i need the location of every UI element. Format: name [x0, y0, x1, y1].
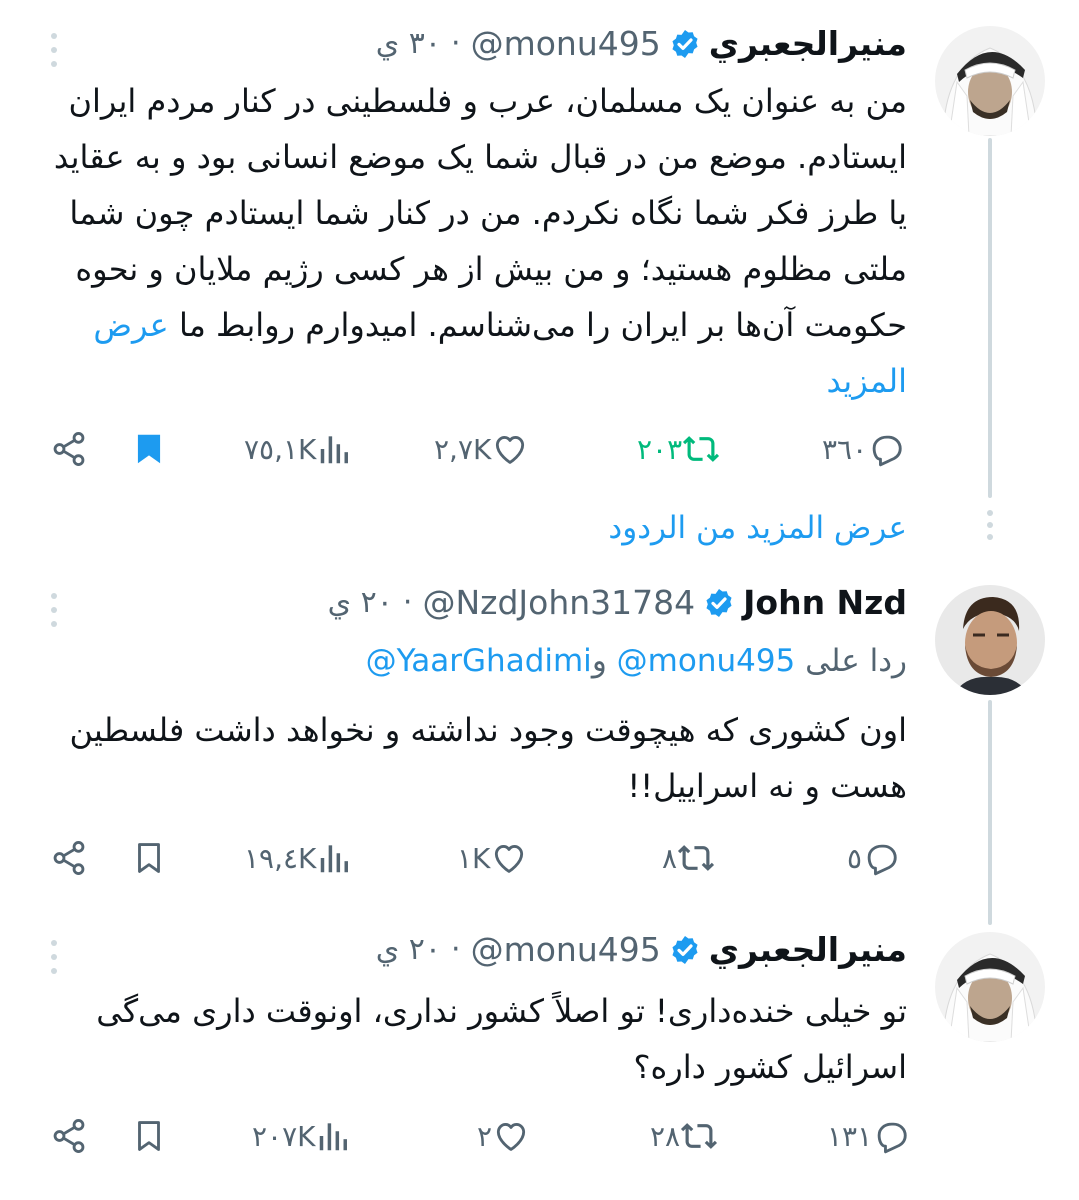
user-handle[interactable]: @monu495: [471, 930, 661, 969]
more-options-icon[interactable]: [46, 30, 62, 70]
verified-badge-icon: [669, 28, 701, 60]
share-icon: [53, 841, 85, 875]
reply-button[interactable]: ٥: [845, 833, 900, 883]
thread-line-2: [988, 700, 992, 925]
replying-to-label: ردا على: [805, 643, 907, 679]
replying-to-and: و: [591, 643, 607, 679]
views-button[interactable]: ٢٠٧K: [250, 1111, 353, 1161]
like-button[interactable]: ١K: [455, 833, 528, 883]
retweet-count: ٢٨: [650, 1119, 681, 1153]
retweet-icon: [683, 436, 720, 462]
tweet-text: من به عنوان یک مسلمان، عرب و فلسطینی در …: [37, 73, 907, 409]
bookmark-button[interactable]: [130, 833, 168, 883]
tweet-header: منيرالجعبري @monu495 · ٣٠ ي: [376, 24, 907, 63]
replying-to: ردا على @monu495 و@YaarGhadimi: [37, 643, 907, 679]
views-icon: [321, 845, 349, 873]
share-icon: [53, 1119, 85, 1153]
display-name[interactable]: منيرالجعبري: [709, 930, 907, 969]
tweet-time[interactable]: ٢٠ ي: [328, 585, 393, 620]
bookmark-icon: [138, 1121, 160, 1151]
avatar[interactable]: [935, 932, 1045, 1042]
separator-dot: ·: [402, 585, 413, 620]
avatar[interactable]: [935, 585, 1045, 695]
views-icon: [321, 436, 349, 464]
bookmark-button[interactable]: [130, 424, 168, 474]
retweet-icon: [681, 1123, 718, 1149]
retweet-button[interactable]: ٢٨: [648, 1111, 718, 1161]
reply-button[interactable]: ٣٦٠: [820, 424, 905, 474]
share-icon: [53, 432, 85, 466]
like-count: ٢: [477, 1119, 493, 1153]
more-options-icon[interactable]: [46, 590, 62, 630]
like-button[interactable]: ٢,٧K: [432, 424, 529, 474]
retweet-button[interactable]: ٢٠٣: [635, 424, 720, 474]
retweet-count: ٨: [662, 841, 678, 875]
tweet-header: John Nzd @NzdJohn31784 · ٢٠ ي: [328, 583, 907, 622]
share-button[interactable]: [50, 833, 88, 883]
tweet-time[interactable]: ٢٠ ي: [376, 932, 441, 967]
display-name[interactable]: منيرالجعبري: [709, 24, 907, 63]
retweet-count: ٢٠٣: [637, 432, 683, 466]
user-handle[interactable]: @monu495: [471, 24, 661, 63]
like-count: ١K: [457, 841, 491, 875]
tweet-text: تو خیلی خنده‌داری! تو اصلاً کشور نداری، …: [37, 983, 907, 1095]
like-count: ٢,٧K: [434, 432, 492, 466]
views-count: ١٩,٤K: [244, 841, 317, 875]
tweet-actions: ٥ ٨ ١K ١٩,٤K: [50, 833, 910, 883]
views-icon: [320, 1123, 348, 1151]
tweet-body: من به عنوان یک مسلمان، عرب و فلسطینی در …: [53, 82, 907, 344]
tweet-time[interactable]: ٣٠ ي: [376, 26, 441, 61]
tweet-text: اون کشوری که هیچوقت وجود نداشته و نخواهد…: [37, 702, 907, 814]
avatar[interactable]: [935, 26, 1045, 136]
tweet-body: تو خیلی خنده‌داری! تو اصلاً کشور نداری، …: [96, 992, 907, 1086]
tweet-actions: ٣٦٠ ٢٠٣ ٢,٧K ٧٥,١K: [50, 424, 910, 474]
bookmark-button[interactable]: [130, 1111, 168, 1161]
reply-icon: [872, 435, 902, 467]
share-button[interactable]: [50, 1111, 88, 1161]
show-more-replies-link[interactable]: عرض المزيد من الردود: [608, 510, 907, 546]
reply-icon: [867, 844, 897, 876]
thread-gap-dots: [983, 510, 997, 546]
reply-count: ١٣١: [827, 1119, 873, 1153]
views-button[interactable]: ٧٥,١K: [242, 424, 354, 474]
thread-line-1: [988, 138, 992, 498]
separator-dot: ·: [451, 932, 461, 967]
views-count: ٢٠٧K: [252, 1119, 316, 1153]
retweet-button[interactable]: ٨: [660, 833, 715, 883]
mention-link[interactable]: @YaarGhadimi: [366, 643, 592, 679]
like-icon: [496, 436, 525, 464]
share-button[interactable]: [50, 424, 88, 474]
tweet-actions: ١٣١ ٢٨ ٢ ٢٠٧K: [50, 1111, 910, 1161]
bookmark-icon: [138, 843, 160, 873]
reply-button[interactable]: ١٣١: [825, 1111, 910, 1161]
user-handle[interactable]: @NzdJohn31784: [422, 583, 695, 622]
views-button[interactable]: ١٩,٤K: [242, 833, 354, 883]
reply-icon: [877, 1122, 907, 1154]
views-count: ٧٥,١K: [244, 432, 317, 466]
like-icon: [496, 1123, 526, 1151]
display-name[interactable]: John Nzd: [743, 583, 907, 622]
reply-count: ٣٦٠: [822, 432, 868, 466]
like-icon: [495, 845, 524, 873]
reply-count: ٥: [847, 841, 863, 875]
more-options-icon[interactable]: [46, 937, 62, 977]
like-button[interactable]: ٢: [475, 1111, 530, 1161]
retweet-icon: [677, 845, 715, 871]
tweet-header: منيرالجعبري @monu495 · ٢٠ ي: [376, 930, 907, 969]
mention-link[interactable]: @monu495: [617, 643, 796, 679]
verified-badge-icon: [669, 934, 701, 966]
verified-badge-icon: [703, 587, 735, 619]
separator-dot: ·: [451, 26, 461, 61]
tweet-body: اون کشوری که هیچوقت وجود نداشته و نخواهد…: [69, 711, 907, 805]
bookmark-icon: [137, 434, 161, 464]
